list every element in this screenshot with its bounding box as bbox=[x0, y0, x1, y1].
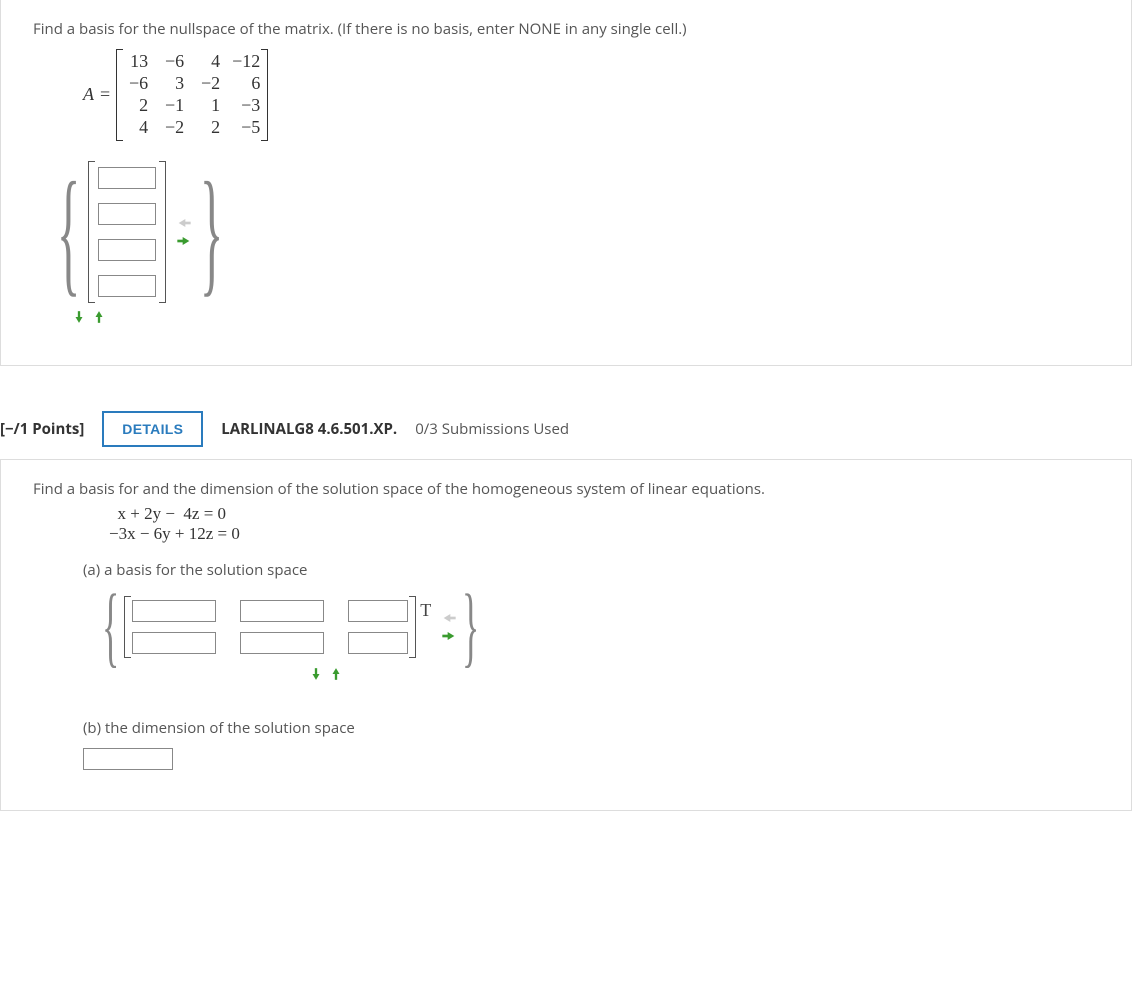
left-brace-icon: { bbox=[102, 600, 119, 654]
arrow-left-icon bbox=[176, 216, 192, 230]
matrix-cell: −6 bbox=[160, 51, 184, 72]
matrix-cell: 6 bbox=[232, 73, 260, 94]
part-b-label: (b) the dimension of the solution space bbox=[1, 710, 1131, 744]
matrix-cell: 2 bbox=[196, 117, 220, 138]
details-button[interactable]: DETAILS bbox=[102, 411, 203, 447]
basis2-cell-r2c3[interactable] bbox=[348, 632, 408, 654]
basis2-cell-r2c1[interactable] bbox=[132, 632, 216, 654]
equation-system: x + 2y − 4z = 0 −3x − 6y + 12z = 0 bbox=[1, 500, 1131, 552]
add-row-button[interactable] bbox=[71, 309, 87, 325]
arrow-down-icon bbox=[308, 667, 324, 681]
arrow-up-icon bbox=[328, 667, 344, 681]
right-brace-icon: } bbox=[200, 183, 224, 281]
question-code: LARLINALG8 4.6.501.XP. bbox=[221, 419, 397, 439]
submissions-used: 0/3 Submissions Used bbox=[415, 419, 569, 439]
matrix-cell: −6 bbox=[124, 73, 148, 94]
question-2: Find a basis for and the dimension of th… bbox=[0, 460, 1132, 812]
matrix-cell: −2 bbox=[196, 73, 220, 94]
matrix-cell: 13 bbox=[124, 51, 148, 72]
remove-row-button[interactable] bbox=[91, 309, 107, 325]
add-row-button[interactable] bbox=[308, 666, 324, 682]
matrix-equation: A = 13−64−12−63−262−11−34−22−5 bbox=[1, 41, 1131, 151]
basis-cell-3[interactable] bbox=[98, 239, 156, 261]
basis2-cell-r1c3[interactable] bbox=[348, 600, 408, 622]
basis2-cell-r1c2[interactable] bbox=[240, 600, 324, 622]
matrix-cell: −3 bbox=[232, 95, 260, 116]
basis2-cell-r2c2[interactable] bbox=[240, 632, 324, 654]
q1-prompt: Find a basis for the nullspace of the ma… bbox=[1, 18, 1131, 41]
arrow-left-icon bbox=[441, 611, 457, 625]
transpose-mark: T bbox=[420, 600, 431, 621]
eq-line-1: x + 2y − 4z = 0 bbox=[109, 504, 226, 523]
matrix-cell: 2 bbox=[124, 95, 148, 116]
add-column-button[interactable] bbox=[441, 628, 457, 644]
matrix-cell: −1 bbox=[160, 95, 184, 116]
basis-matrix-input bbox=[124, 596, 416, 658]
basis-vector-input bbox=[88, 161, 166, 303]
question-2-header: [−/1 Points] DETAILS LARLINALG8 4.6.501.… bbox=[0, 366, 1132, 460]
matrix-cell: −5 bbox=[232, 117, 260, 138]
col-add-remove-2 bbox=[441, 610, 457, 644]
q2-prompt: Find a basis for and the dimension of th… bbox=[1, 478, 1131, 501]
equals-sign: = bbox=[100, 84, 110, 105]
matrix-lhs: A bbox=[83, 84, 94, 105]
arrow-right-icon bbox=[176, 234, 192, 248]
matrix-cell: 3 bbox=[160, 73, 184, 94]
col-add-remove bbox=[176, 215, 192, 249]
left-brace-icon: { bbox=[57, 183, 81, 281]
points-label: [−/1 Points] bbox=[0, 419, 84, 439]
q1-answer-area: { } bbox=[1, 151, 1131, 325]
matrix-cell: 4 bbox=[124, 117, 148, 138]
dimension-input-wrap bbox=[1, 744, 1131, 770]
arrow-down-icon bbox=[71, 310, 87, 324]
basis-cell-4[interactable] bbox=[98, 275, 156, 297]
basis2-cell-r1c1[interactable] bbox=[132, 600, 216, 622]
arrow-right-icon bbox=[441, 629, 457, 643]
remove-column-button[interactable] bbox=[176, 215, 192, 231]
question-1: Find a basis for the nullspace of the ma… bbox=[0, 0, 1132, 366]
matrix-cell: −12 bbox=[232, 51, 260, 72]
basis-cell-2[interactable] bbox=[98, 203, 156, 225]
row-add-remove-2 bbox=[101, 666, 401, 682]
basis-cell-1[interactable] bbox=[98, 167, 156, 189]
remove-column-button[interactable] bbox=[441, 610, 457, 626]
remove-row-button[interactable] bbox=[328, 666, 344, 682]
matrix-cell: −2 bbox=[160, 117, 184, 138]
q2a-answer-area: { T bbox=[1, 586, 1131, 682]
part-a-label: (a) a basis for the solution space bbox=[1, 552, 1131, 586]
matrix-cell: 1 bbox=[196, 95, 220, 116]
arrow-up-icon bbox=[91, 310, 107, 324]
row-add-remove bbox=[53, 309, 1131, 325]
eq-line-2: −3x − 6y + 12z = 0 bbox=[109, 524, 240, 543]
right-brace-icon: } bbox=[462, 600, 479, 654]
matrix-cell: 4 bbox=[196, 51, 220, 72]
dimension-input[interactable] bbox=[83, 748, 173, 770]
matrix-A: 13−64−12−63−262−11−34−22−5 bbox=[116, 49, 268, 141]
add-column-button[interactable] bbox=[176, 233, 192, 249]
